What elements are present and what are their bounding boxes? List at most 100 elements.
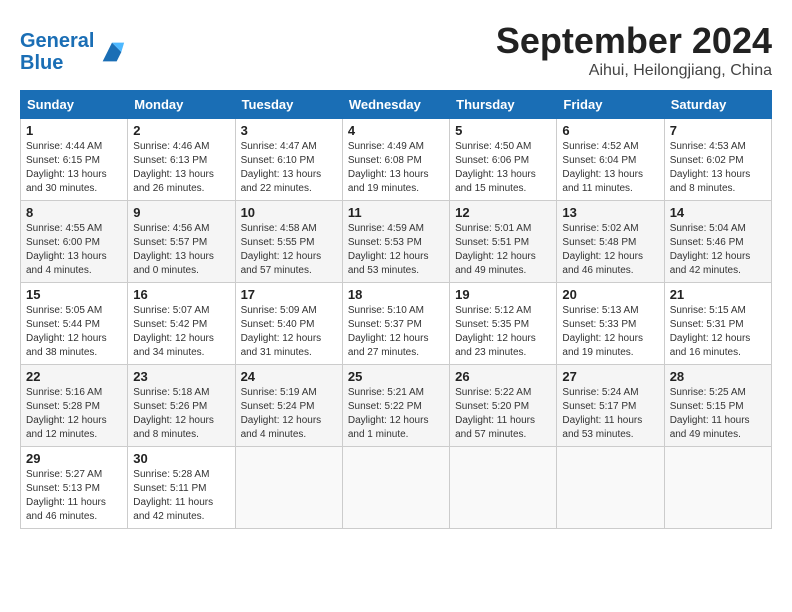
day-number: 17 <box>241 287 337 302</box>
day-info: Sunrise: 5:21 AMSunset: 5:22 PMDaylight:… <box>348 386 444 442</box>
day-number: 13 <box>562 205 658 220</box>
calendar-cell <box>557 447 664 529</box>
day-number: 20 <box>562 287 658 302</box>
calendar-cell: 10 Sunrise: 4:58 AMSunset: 5:55 PMDayligh… <box>235 201 342 283</box>
day-info: Sunrise: 4:46 AMSunset: 6:13 PMDaylight:… <box>133 140 229 196</box>
calendar-cell: 14 Sunrise: 5:04 AMSunset: 5:46 PMDayligh… <box>664 201 771 283</box>
day-info: Sunrise: 4:52 AMSunset: 6:04 PMDaylight:… <box>562 140 658 196</box>
day-info: Sunrise: 4:53 AMSunset: 6:02 PMDaylight:… <box>670 140 766 196</box>
day-number: 9 <box>133 205 229 220</box>
day-number: 21 <box>670 287 766 302</box>
calendar-cell: 9Sunrise: 4:56 AMSunset: 5:57 PMDaylight… <box>128 201 235 283</box>
day-number: 8 <box>26 205 122 220</box>
day-info: Sunrise: 5:07 AMSunset: 5:42 PMDaylight:… <box>133 304 229 360</box>
day-info: Sunrise: 4:49 AMSunset: 6:08 PMDaylight:… <box>348 140 444 196</box>
calendar-cell <box>342 447 449 529</box>
day-number: 27 <box>562 369 658 384</box>
day-info: Sunrise: 5:18 AMSunset: 5:26 PMDaylight:… <box>133 386 229 442</box>
calendar-cell: 7 Sunrise: 4:53 AMSunset: 6:02 PMDaylight… <box>664 119 771 201</box>
day-info: Sunrise: 5:19 AMSunset: 5:24 PMDaylight:… <box>241 386 337 442</box>
day-info: Sunrise: 5:13 AMSunset: 5:33 PMDaylight:… <box>562 304 658 360</box>
day-number: 2 <box>133 123 229 138</box>
day-info: Sunrise: 4:50 AMSunset: 6:06 PMDaylight:… <box>455 140 551 196</box>
weekday-header-saturday: Saturday <box>664 91 771 119</box>
day-info: Sunrise: 4:58 AMSunset: 5:55 PMDaylight:… <box>241 222 337 278</box>
day-number: 5 <box>455 123 551 138</box>
logo: General Blue <box>20 30 126 74</box>
day-info: Sunrise: 5:09 AMSunset: 5:40 PMDaylight:… <box>241 304 337 360</box>
day-number: 6 <box>562 123 658 138</box>
day-number: 23 <box>133 369 229 384</box>
day-number: 16 <box>133 287 229 302</box>
logo-text: General Blue <box>20 30 94 74</box>
calendar-cell: 24 Sunrise: 5:19 AMSunset: 5:24 PMDayligh… <box>235 365 342 447</box>
day-info: Sunrise: 5:27 AMSunset: 5:13 PMDaylight:… <box>26 468 122 524</box>
day-number: 3 <box>241 123 337 138</box>
day-info: Sunrise: 4:44 AMSunset: 6:15 PMDaylight:… <box>26 140 122 196</box>
day-info: Sunrise: 5:25 AMSunset: 5:15 PMDaylight:… <box>670 386 766 442</box>
logo-general: General <box>20 30 94 52</box>
calendar-cell: 23 Sunrise: 5:18 AMSunset: 5:26 PMDayligh… <box>128 365 235 447</box>
calendar-cell: 5 Sunrise: 4:50 AMSunset: 6:06 PMDaylight… <box>450 119 557 201</box>
day-number: 22 <box>26 369 122 384</box>
day-info: Sunrise: 5:05 AMSunset: 5:44 PMDaylight:… <box>26 304 122 360</box>
weekday-header-sunday: Sunday <box>21 91 128 119</box>
day-number: 10 <box>241 205 337 220</box>
calendar-cell: 19 Sunrise: 5:12 AMSunset: 5:35 PMDayligh… <box>450 283 557 365</box>
logo-icon <box>98 38 126 66</box>
calendar-cell: 29 Sunrise: 5:27 AMSunset: 5:13 PMDayligh… <box>21 447 128 529</box>
day-info: Sunrise: 5:28 AMSunset: 5:11 PMDaylight:… <box>133 468 229 524</box>
logo-blue: Blue <box>20 52 63 74</box>
day-number: 11 <box>348 205 444 220</box>
weekday-header-monday: Monday <box>128 91 235 119</box>
weekday-header-friday: Friday <box>557 91 664 119</box>
day-info: Sunrise: 5:12 AMSunset: 5:35 PMDaylight:… <box>455 304 551 360</box>
calendar-cell <box>235 447 342 529</box>
day-info: Sunrise: 5:15 AMSunset: 5:31 PMDaylight:… <box>670 304 766 360</box>
calendar-cell <box>664 447 771 529</box>
calendar-cell: 3 Sunrise: 4:47 AMSunset: 6:10 PMDaylight… <box>235 119 342 201</box>
day-number: 18 <box>348 287 444 302</box>
day-number: 14 <box>670 205 766 220</box>
weekday-header-wednesday: Wednesday <box>342 91 449 119</box>
day-info: Sunrise: 4:59 AMSunset: 5:53 PMDaylight:… <box>348 222 444 278</box>
calendar-cell: 4Sunrise: 4:49 AMSunset: 6:08 PMDaylight… <box>342 119 449 201</box>
weekday-header-thursday: Thursday <box>450 91 557 119</box>
calendar-week-row: 15 Sunrise: 5:05 AMSunset: 5:44 PMDayligh… <box>21 283 772 365</box>
calendar-cell: 28 Sunrise: 5:25 AMSunset: 5:15 PMDayligh… <box>664 365 771 447</box>
day-number: 24 <box>241 369 337 384</box>
calendar-week-row: 22 Sunrise: 5:16 AMSunset: 5:28 PMDayligh… <box>21 365 772 447</box>
day-number: 29 <box>26 451 122 466</box>
day-number: 15 <box>26 287 122 302</box>
calendar-cell: 1 Sunrise: 4:44 AMSunset: 6:15 PMDaylight… <box>21 119 128 201</box>
day-number: 7 <box>670 123 766 138</box>
day-info: Sunrise: 4:55 AMSunset: 6:00 PMDaylight:… <box>26 222 122 278</box>
day-info: Sunrise: 5:10 AMSunset: 5:37 PMDaylight:… <box>348 304 444 360</box>
calendar-cell: 11 Sunrise: 4:59 AMSunset: 5:53 PMDayligh… <box>342 201 449 283</box>
day-number: 19 <box>455 287 551 302</box>
calendar-table: SundayMondayTuesdayWednesdayThursdayFrid… <box>20 90 772 529</box>
header: General Blue September 2024 Aihui, Heilo… <box>20 20 772 80</box>
title-area: September 2024 Aihui, Heilongjiang, Chin… <box>496 20 772 80</box>
calendar-cell: 30 Sunrise: 5:28 AMSunset: 5:11 PMDayligh… <box>128 447 235 529</box>
day-info: Sunrise: 5:24 AMSunset: 5:17 PMDaylight:… <box>562 386 658 442</box>
calendar-cell: 26Sunrise: 5:22 AMSunset: 5:20 PMDayligh… <box>450 365 557 447</box>
weekday-header-row: SundayMondayTuesdayWednesdayThursdayFrid… <box>21 91 772 119</box>
day-number: 30 <box>133 451 229 466</box>
calendar-cell: 17 Sunrise: 5:09 AMSunset: 5:40 PMDayligh… <box>235 283 342 365</box>
calendar-cell: 13Sunrise: 5:02 AMSunset: 5:48 PMDayligh… <box>557 201 664 283</box>
day-number: 26 <box>455 369 551 384</box>
calendar-cell: 20 Sunrise: 5:13 AMSunset: 5:33 PMDayligh… <box>557 283 664 365</box>
day-number: 28 <box>670 369 766 384</box>
weekday-header-tuesday: Tuesday <box>235 91 342 119</box>
calendar-cell: 15 Sunrise: 5:05 AMSunset: 5:44 PMDayligh… <box>21 283 128 365</box>
calendar-week-row: 1 Sunrise: 4:44 AMSunset: 6:15 PMDaylight… <box>21 119 772 201</box>
calendar-cell: 21 Sunrise: 5:15 AMSunset: 5:31 PMDayligh… <box>664 283 771 365</box>
calendar-cell: 18 Sunrise: 5:10 AMSunset: 5:37 PMDayligh… <box>342 283 449 365</box>
day-info: Sunrise: 4:47 AMSunset: 6:10 PMDaylight:… <box>241 140 337 196</box>
day-info: Sunrise: 5:16 AMSunset: 5:28 PMDaylight:… <box>26 386 122 442</box>
day-info: Sunrise: 5:01 AMSunset: 5:51 PMDaylight:… <box>455 222 551 278</box>
day-info: Sunrise: 5:04 AMSunset: 5:46 PMDaylight:… <box>670 222 766 278</box>
day-number: 1 <box>26 123 122 138</box>
calendar-cell: 2 Sunrise: 4:46 AMSunset: 6:13 PMDaylight… <box>128 119 235 201</box>
